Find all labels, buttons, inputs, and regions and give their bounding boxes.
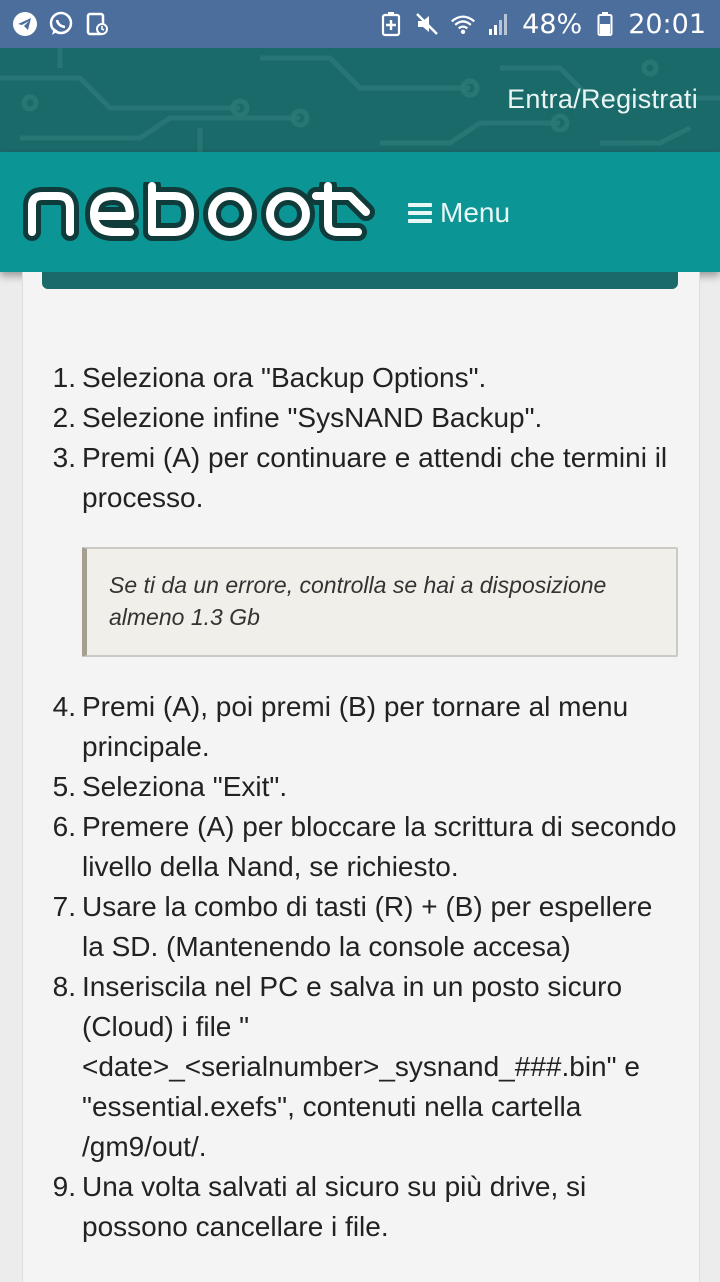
battery-saver-icon xyxy=(378,11,404,37)
menu-button[interactable]: Menu xyxy=(408,196,510,230)
list-item: 8. Inseriscila nel PC e salva in un posto… xyxy=(52,971,640,1162)
list-item: 9. Una volta salvati al sicuro su più dri… xyxy=(52,1171,587,1242)
telegram-icon xyxy=(12,11,38,37)
list-item: 5. Seleziona "Exit". xyxy=(52,771,288,802)
clock: 20:01 xyxy=(628,8,706,40)
steps-list-2: 4. Premi (A), poi premi (B) per tornare a… xyxy=(40,687,680,1247)
warning-note: Se ti da un errore, controlla se hai a d… xyxy=(82,547,678,657)
login-register-link[interactable]: Entra/Registrati xyxy=(507,84,698,115)
site-header: Entra/Registrati xyxy=(0,48,720,152)
list-item: 2. Selezione infine "SysNAND Backup". xyxy=(52,402,543,433)
nav-bar: Menu xyxy=(0,152,720,272)
mute-icon xyxy=(414,11,440,37)
list-item: 4. Premi (A), poi premi (B) per tornare a… xyxy=(52,691,629,762)
card-header-strip xyxy=(42,272,678,289)
reboot-logo[interactable] xyxy=(18,182,380,244)
list-item: 6. Premere (A) per bloccare la scrittura … xyxy=(52,811,677,882)
list-item: 3. Premi (A) per continuare e attendi che… xyxy=(52,442,668,513)
notification-icon xyxy=(84,11,110,37)
menu-label: Menu xyxy=(440,197,511,228)
wifi-icon xyxy=(450,11,476,37)
signal-icon xyxy=(486,11,512,37)
status-bar: 48% 20:01 xyxy=(0,0,720,48)
whatsapp-icon xyxy=(48,11,74,37)
hamburger-icon xyxy=(408,199,432,227)
list-item: 1. Seleziona ora "Backup Options". xyxy=(52,362,487,393)
battery-percentage: 48% xyxy=(522,8,583,40)
battery-icon xyxy=(592,11,618,37)
steps-list-1: 1. Seleziona ora "Backup Options". 2. Sele… xyxy=(40,358,680,518)
list-item: 7. Usare la combo di tasti (R) + (B) per … xyxy=(52,891,653,962)
